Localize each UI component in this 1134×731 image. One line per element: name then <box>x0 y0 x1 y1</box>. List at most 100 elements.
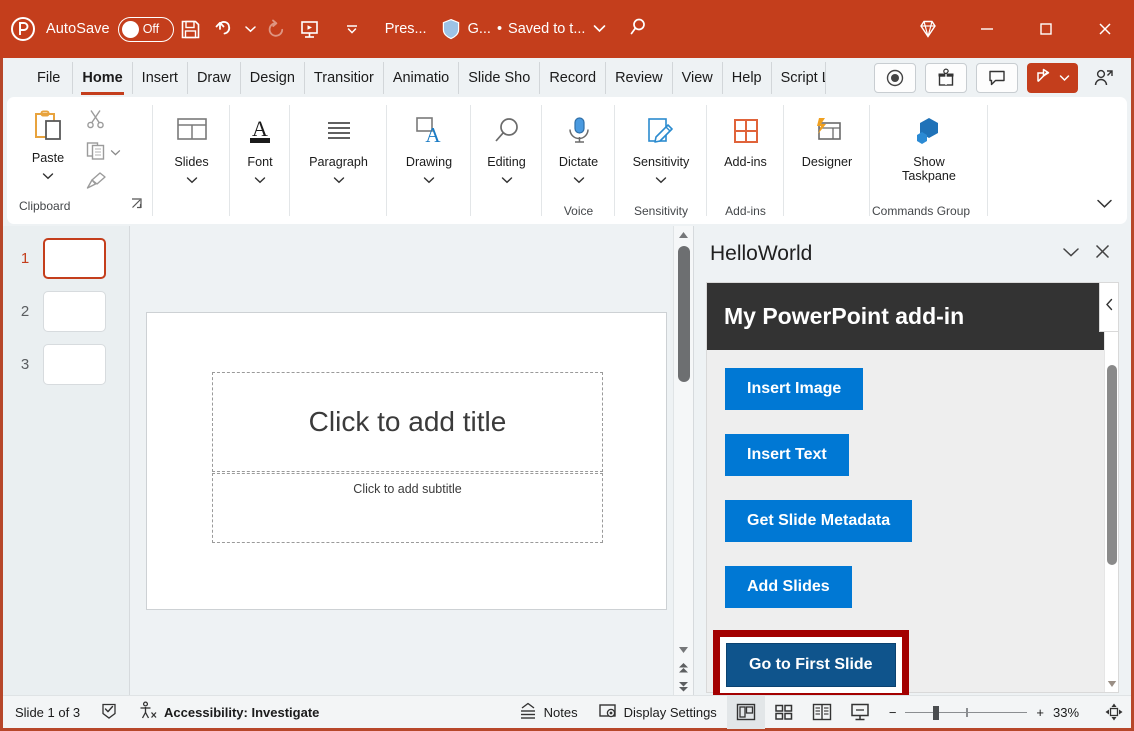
user-label[interactable]: G... <box>468 21 491 37</box>
notes-button[interactable]: Notes <box>508 696 588 729</box>
normal-view-button[interactable] <box>726 695 765 729</box>
go-to-first-slide-button[interactable]: Go to First Slide <box>726 643 896 687</box>
previous-slide-icon[interactable] <box>674 659 693 677</box>
font-chevron-down-icon[interactable] <box>254 171 266 189</box>
tab-animations[interactable]: Animatio <box>384 61 460 94</box>
minimize-icon[interactable] <box>957 0 1016 58</box>
close-icon[interactable] <box>1075 0 1134 58</box>
zoom-slider-handle[interactable] <box>933 705 940 720</box>
font-button[interactable]: A Font <box>230 105 290 189</box>
zoom-out-button[interactable]: − <box>889 705 897 720</box>
scroll-thumb[interactable] <box>678 246 690 382</box>
task-pane-chevron-down-icon[interactable] <box>1062 245 1080 263</box>
editing-chevron-down-icon[interactable] <box>501 171 513 189</box>
subtitle-placeholder[interactable]: Click to add subtitle <box>212 473 603 543</box>
start-presentation-icon[interactable] <box>293 9 327 49</box>
thumbnail-item-3[interactable]: 3 <box>3 344 129 385</box>
drawing-button[interactable]: A Drawing <box>387 105 471 189</box>
search-icon[interactable] <box>628 16 650 43</box>
tab-script-lab[interactable]: Script Lab <box>772 61 826 94</box>
thumbnail-preview[interactable] <box>43 344 106 385</box>
tab-review[interactable]: Review <box>606 61 673 94</box>
drawing-chevron-down-icon[interactable] <box>423 171 435 189</box>
fit-to-window-button[interactable] <box>1097 702 1131 722</box>
addins-button[interactable]: Add-ins <box>707 105 784 169</box>
task-pane-close-icon[interactable] <box>1094 243 1111 265</box>
addin-scroll-down-icon[interactable] <box>1105 680 1118 688</box>
zoom-slider[interactable] <box>905 705 1028 720</box>
tab-transitions[interactable]: Transitior <box>305 61 384 94</box>
dictate-chevron-down-icon[interactable] <box>573 171 585 189</box>
tab-file[interactable]: File <box>25 61 74 94</box>
dialog-launcher-icon[interactable] <box>130 197 143 215</box>
zoom-percent-label[interactable]: 33% <box>1053 705 1087 720</box>
teams-gift-icon[interactable] <box>925 62 967 93</box>
slide-indicator[interactable]: Slide 1 of 3 <box>3 696 90 729</box>
customize-quick-access-icon[interactable] <box>335 9 369 49</box>
maximize-icon[interactable] <box>1016 0 1075 58</box>
collapse-ribbon-button[interactable] <box>1096 196 1127 224</box>
autosave-toggle[interactable]: Off <box>117 16 174 42</box>
save-icon[interactable] <box>174 9 208 49</box>
record-icon[interactable] <box>874 62 916 93</box>
paragraph-button[interactable]: Paragraph <box>290 105 387 189</box>
add-slides-button[interactable]: Add Slides <box>725 566 852 608</box>
tab-draw[interactable]: Draw <box>188 61 241 94</box>
addin-vertical-scrollbar[interactable] <box>1104 283 1118 692</box>
saved-chevron-down-icon[interactable] <box>593 20 606 38</box>
slides-button[interactable]: Slides <box>153 105 230 189</box>
display-settings-button[interactable]: Display Settings <box>588 696 727 729</box>
copy-button[interactable] <box>85 138 121 166</box>
tab-home[interactable]: Home <box>73 61 133 95</box>
canvas-vertical-scrollbar[interactable] <box>673 226 693 695</box>
tab-slide-show[interactable]: Slide Sho <box>459 61 541 94</box>
redo-icon[interactable] <box>259 9 293 49</box>
reading-view-button[interactable] <box>803 696 841 729</box>
task-pane-collapse-button[interactable] <box>1099 282 1119 332</box>
cut-button[interactable] <box>85 107 121 135</box>
slide-editing-area[interactable]: Click to add title Click to add subtitle <box>131 226 693 695</box>
designer-button[interactable]: Designer <box>784 105 870 169</box>
paste-chevron-down-icon[interactable] <box>42 167 54 185</box>
undo-chevron-down-icon[interactable] <box>242 9 259 49</box>
person-add-icon[interactable] <box>1087 63 1121 93</box>
thumbnail-preview[interactable] <box>43 291 106 332</box>
sensitivity-button[interactable]: Sensitivity <box>615 105 707 189</box>
accessibility-button[interactable]: Accessibility: Investigate <box>128 696 329 729</box>
next-slide-icon[interactable] <box>674 677 693 695</box>
insert-text-button[interactable]: Insert Text <box>725 434 849 476</box>
slide-surface[interactable]: Click to add title Click to add subtitle <box>146 312 667 610</box>
paragraph-chevron-down-icon[interactable] <box>333 171 345 189</box>
diamond-icon[interactable] <box>898 0 957 58</box>
scroll-down-icon[interactable] <box>674 641 693 659</box>
saved-status-label[interactable]: Saved to t... <box>508 21 585 37</box>
tab-insert[interactable]: Insert <box>133 61 188 94</box>
zoom-in-button[interactable]: + <box>1036 705 1044 720</box>
tab-design[interactable]: Design <box>241 61 305 94</box>
thumbnail-item-2[interactable]: 2 <box>3 291 129 332</box>
dictate-button[interactable]: Dictate <box>542 105 615 189</box>
tab-view[interactable]: View <box>673 61 723 94</box>
editing-button[interactable]: Editing <box>471 105 542 189</box>
share-button[interactable] <box>1027 62 1078 93</box>
slide-sorter-view-button[interactable] <box>765 696 803 729</box>
thumbnail-preview[interactable] <box>43 238 106 279</box>
show-taskpane-button[interactable]: Show Taskpane <box>870 105 988 184</box>
addin-scroll-thumb[interactable] <box>1107 365 1117 565</box>
comment-icon[interactable] <box>976 62 1018 93</box>
insert-image-button[interactable]: Insert Image <box>725 368 864 410</box>
slideshow-view-button[interactable] <box>841 696 879 729</box>
tab-help[interactable]: Help <box>723 61 772 94</box>
tab-record[interactable]: Record <box>540 61 607 94</box>
spellcheck-button[interactable] <box>90 696 128 729</box>
copy-chevron-down-icon[interactable] <box>110 143 121 161</box>
sensitivity-chevron-down-icon[interactable] <box>655 171 667 189</box>
slide-thumbnail-pane[interactable]: 1 2 3 <box>3 226 130 695</box>
title-placeholder[interactable]: Click to add title <box>212 372 603 472</box>
slides-chevron-down-icon[interactable] <box>186 171 198 189</box>
share-chevron-down-icon[interactable] <box>1059 69 1070 87</box>
file-name-label[interactable]: Pres... <box>385 21 427 37</box>
scroll-up-icon[interactable] <box>674 226 693 244</box>
thumbnail-item-1[interactable]: 1 <box>3 238 129 279</box>
paste-button[interactable]: Paste <box>17 101 79 197</box>
